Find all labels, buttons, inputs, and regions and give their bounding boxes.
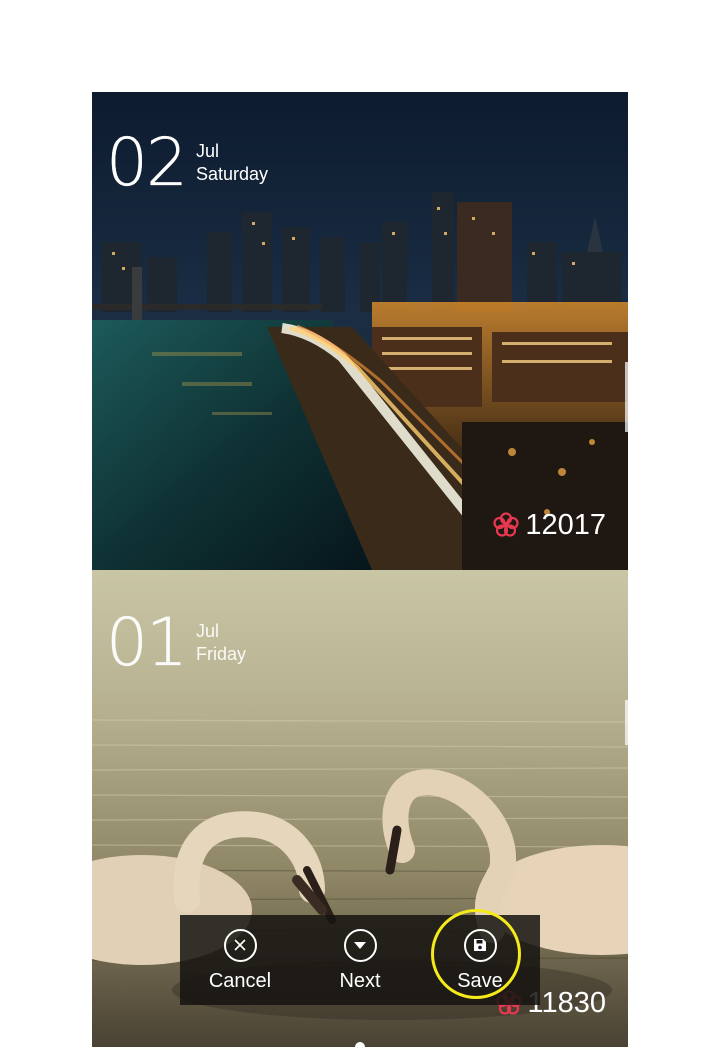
next-label: Next bbox=[339, 969, 381, 992]
wallpaper-card-city[interactable]: 02 Jul Saturday 12017 bbox=[92, 92, 628, 570]
like-counter[interactable]: 12017 bbox=[493, 510, 606, 540]
weekday-label: Saturday bbox=[195, 164, 269, 184]
like-count: 12017 bbox=[525, 509, 606, 541]
weekday-label: Friday bbox=[195, 644, 246, 664]
date-label: 02 Jul Saturday bbox=[106, 124, 269, 201]
close-circle-icon bbox=[223, 928, 257, 962]
wallpaper-feed[interactable]: 02 Jul Saturday 12017 01 Jul Friday 1183… bbox=[92, 92, 628, 1047]
flower-icon bbox=[493, 512, 519, 537]
cancel-label: Cancel bbox=[208, 969, 272, 992]
scrollbar[interactable] bbox=[625, 700, 628, 745]
bottom-pager-dot bbox=[355, 1042, 365, 1052]
chevron-down-circle-icon bbox=[343, 928, 377, 962]
cancel-button[interactable]: Cancel bbox=[190, 915, 290, 1005]
save-button[interactable]: Save bbox=[430, 915, 530, 1005]
scrollbar[interactable] bbox=[625, 362, 628, 432]
day-number: 02 bbox=[106, 124, 188, 201]
action-toolbar: Cancel Next Save bbox=[180, 915, 540, 1005]
month-label: Jul bbox=[195, 621, 219, 641]
next-button[interactable]: Next bbox=[310, 915, 410, 1005]
month-label: Jul bbox=[195, 141, 219, 161]
floppy-disk-icon bbox=[463, 928, 497, 962]
date-label: 01 Jul Friday bbox=[106, 604, 246, 681]
day-number: 01 bbox=[106, 604, 188, 681]
save-label: Save bbox=[457, 969, 503, 992]
